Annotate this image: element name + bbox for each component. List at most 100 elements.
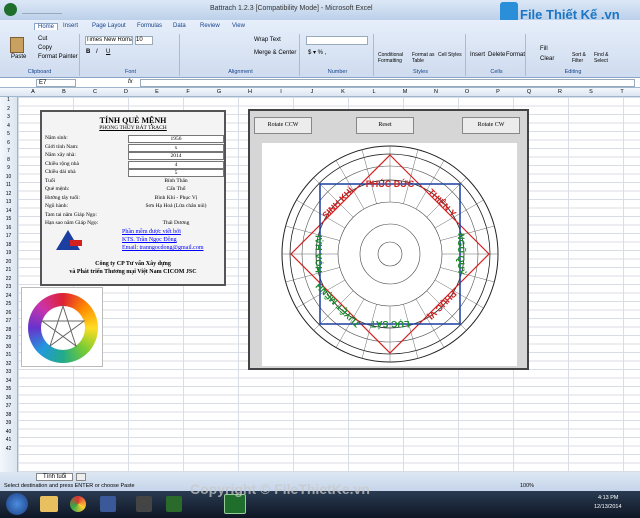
reset-button[interactable]: Reset [356,117,414,134]
format-cells-button[interactable]: Format [506,52,525,58]
app-icon-3[interactable] [166,496,182,512]
row-header[interactable]: 26 [0,310,17,316]
cut-button[interactable]: Cut [38,36,47,42]
rotate-cw-button[interactable]: Rotate CW [462,117,520,134]
row-header[interactable]: 28 [0,327,17,333]
tab-view[interactable]: View [232,23,245,29]
field-value[interactable]: 4 [128,160,224,169]
clear-button[interactable]: Clear [540,56,554,62]
italic-button[interactable]: I [96,49,104,57]
copy-button[interactable]: Copy [38,45,52,51]
name-box[interactable]: E7 [36,79,76,87]
row-header[interactable]: 39 [0,420,17,426]
column-header[interactable]: K [328,89,358,95]
row-header[interactable]: 12 [0,191,17,197]
row-header[interactable]: 34 [0,378,17,384]
number-format-select[interactable] [306,36,368,45]
column-header[interactable]: N [421,89,451,95]
column-header[interactable]: O [452,89,482,95]
column-header[interactable]: F [173,89,203,95]
number-symbols[interactable]: $ ▾ % , [308,49,326,56]
field-value[interactable]: 5 [128,169,224,177]
row-header[interactable]: 14 [0,208,17,214]
row-header[interactable]: 29 [0,335,17,341]
field-value[interactable]: 2014 [128,152,224,160]
format-as-table-button[interactable]: Format as Table [412,52,436,64]
row-header[interactable]: 25 [0,301,17,307]
office-button[interactable] [0,20,18,34]
merge-center-button[interactable]: Merge & Center [254,50,296,56]
row-header[interactable]: 4 [0,123,17,129]
tab-page-layout[interactable]: Page Layout [92,23,126,29]
excel-taskbar-icon[interactable] [224,494,246,514]
row-header[interactable]: 40 [0,429,17,435]
explorer-icon[interactable] [40,496,58,512]
insert-sheet-button[interactable] [76,473,86,481]
column-header[interactable]: D [111,89,141,95]
column-header[interactable]: G [204,89,234,95]
sheet-tab[interactable]: Tính tuổi [36,473,74,481]
bold-button[interactable]: B [86,49,94,57]
row-header[interactable]: 22 [0,276,17,282]
row-header[interactable]: 10 [0,174,17,180]
chrome-icon[interactable] [70,496,86,512]
row-header[interactable]: 30 [0,344,17,350]
row-header[interactable]: 27 [0,318,17,324]
row-header[interactable]: 20 [0,259,17,265]
row-header[interactable]: 42 [0,446,17,452]
column-header[interactable]: L [359,89,389,95]
quick-access-toolbar[interactable] [22,5,62,14]
row-header[interactable]: 16 [0,225,17,231]
row-header[interactable]: 38 [0,412,17,418]
row-header[interactable]: 9 [0,165,17,171]
row-header[interactable]: 23 [0,284,17,290]
row-header[interactable]: 11 [0,182,17,188]
underline-button[interactable]: U [106,49,114,57]
find-select-button[interactable]: Find & Select [594,52,616,64]
cell-grid[interactable]: TÍNH QUẺ MỆNH PHONG THỦY BÁT TRẠCH Năm s… [18,97,640,472]
row-header[interactable]: 31 [0,352,17,358]
app-icon-2[interactable] [136,496,152,512]
row-header[interactable]: 15 [0,216,17,222]
row-header[interactable]: 21 [0,267,17,273]
conditional-formatting-button[interactable]: Conditional Formatting [378,52,410,64]
tab-data[interactable]: Data [173,23,186,29]
delete-cells-button[interactable]: Delete [488,52,505,58]
zoom-level[interactable]: 100% [520,483,534,489]
rotate-ccw-button[interactable]: Rotate CCW [254,117,312,134]
row-header[interactable]: 1 [0,97,17,103]
field-value[interactable]: 1956 [128,135,224,143]
row-header[interactable]: 5 [0,131,17,137]
row-header[interactable]: 7 [0,148,17,154]
link-email[interactable]: Email: tranngocdong@gmail.com [122,245,204,251]
column-header[interactable]: I [266,89,296,95]
row-header[interactable]: 2 [0,106,17,112]
column-header[interactable]: E [142,89,172,95]
sort-filter-button[interactable]: Sort & Filter [572,52,592,64]
wrap-text-button[interactable]: Wrap Text [254,37,281,43]
fill-button[interactable]: Fill [540,46,548,52]
column-header[interactable]: M [390,89,420,95]
column-header[interactable]: B [49,89,79,95]
excel-logo-icon[interactable] [4,3,17,16]
column-header[interactable]: A [18,89,48,95]
start-button[interactable] [6,493,28,515]
row-header[interactable]: 33 [0,369,17,375]
row-header[interactable]: 24 [0,293,17,299]
row-header[interactable]: 6 [0,140,17,146]
row-header[interactable]: 8 [0,157,17,163]
paste-button[interactable]: Paste [11,54,26,60]
font-name-select[interactable]: Times New Roman [85,36,133,45]
bagua-compass[interactable]: PHÚC ĐỨC THIÊN Y NGŨ QUỶ PHỤC VỊ LỤC SÁT TUYỆ… [262,143,517,366]
clock-date[interactable]: 12/13/2014 [594,504,622,510]
insert-cells-button[interactable]: Insert [470,52,485,58]
row-header[interactable]: 18 [0,242,17,248]
field-value[interactable]: x [128,143,224,152]
app-icon-1[interactable] [100,496,116,512]
column-header[interactable]: S [576,89,606,95]
formula-input[interactable] [140,79,635,87]
column-header[interactable]: R [545,89,575,95]
row-header[interactable]: 17 [0,233,17,239]
column-header[interactable]: J [297,89,327,95]
format-painter-button[interactable]: Format Painter [38,54,78,60]
